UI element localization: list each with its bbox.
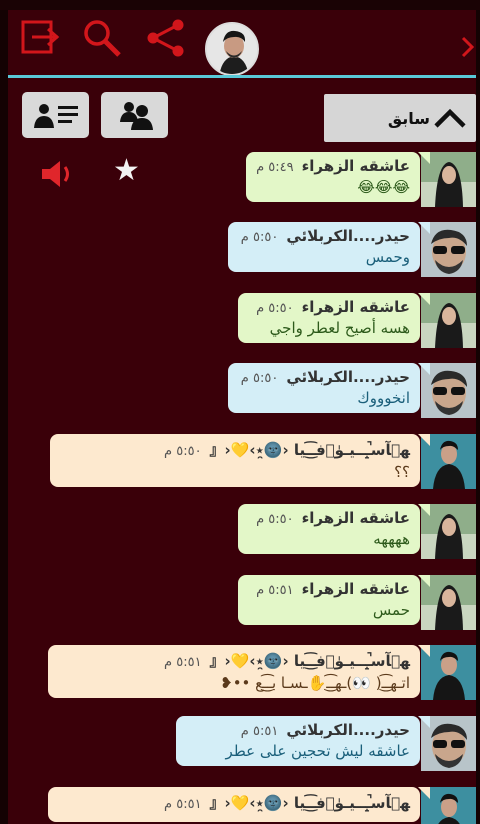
bubble-tail (418, 504, 430, 516)
message-bubble[interactable]: حيدر....الكربلائي ٥:٥٠ م وحمس (228, 222, 430, 272)
users-icon (119, 102, 153, 130)
message-time: ٥:٥٠ م (256, 301, 294, 316)
message-bubble[interactable]: ﻬ۫ﺂﺳ̝̚ـــيـوٰ۫فـ͜͡ـيا ‹🌚̯٭›💛‹『 ٥:٥١ م اتـه… (48, 645, 430, 698)
message-time: ٥:٤٩ م (256, 160, 294, 175)
bubble-tail (418, 716, 430, 728)
status-strip (0, 0, 480, 10)
bubble-tail (418, 575, 430, 587)
profile-avatar[interactable] (205, 22, 259, 76)
sender-name: حيدر....الكربلائي (286, 368, 410, 386)
message-text: وحمس (365, 248, 410, 266)
sender-name: ﻬ۫ﺂﺳ̝̚ـــيـوٰ۫فـ͜͡ـيا ‹🌚̯٭›💛‹『 (209, 794, 410, 812)
sender-name: ﻬ۫ﺂﺳ̝̚ـــيـوٰ۫فـ͜͡ـيا ‹🌚̯٭›💛‹『 (209, 441, 410, 459)
bubble-tail (418, 293, 430, 305)
sender-name: ﻬ۫ﺂﺳ̝̚ـــيـوٰ۫فـ͜͡ـيا ‹🌚̯٭›💛‹『 (209, 652, 410, 670)
star-icon[interactable]: ★ (113, 156, 140, 186)
sender-name: عاشقه الزهراء (301, 298, 410, 316)
message-time: ٥:٥٠ م (256, 512, 294, 527)
message-text: اتـهـ͜͡ـ( 👀)ـهـ͜͡ـ✋ـسـا بـ͜͡ـع ••❥ (220, 674, 410, 692)
message-header: ﻬ۫ﺂﺳ̝̚ـــيـوٰ۫فـ͜͡ـيا ‹🌚̯٭›💛‹『 ٥:٥٠ م (60, 439, 410, 460)
message-header: ﻬ۫ﺂﺳ̝̚ـــيـوٰ۫فـ͜͡ـيا ‹🌚̯٭›💛‹『 ٥:٥١ م (58, 650, 410, 671)
sender-name: عاشقه الزهراء (301, 580, 410, 598)
message-header: عاشقه الزهراء ٥:٥١ م (248, 580, 410, 598)
sender-name: حيدر....الكربلائي (286, 227, 410, 245)
message-bubble[interactable]: ﻬ۫ﺂﺳ̝̚ـــيـوٰ۫فـ͜͡ـيا ‹🌚̯٭›💛‹『 ٥:٥٠ م ؟؟ (50, 434, 430, 487)
message-text: حمس (372, 601, 410, 619)
message-header: حيدر....الكربلائي ٥:٥٠ م (238, 227, 410, 245)
message-text: ههههه (373, 530, 410, 548)
search-icon[interactable] (82, 18, 122, 58)
previous-label: سابق (387, 108, 430, 128)
message-time: ٥:٥١ م (164, 797, 202, 812)
bubble-tail (418, 787, 430, 799)
message-time: ٥:٥١ م (164, 655, 202, 670)
sender-name: عاشقه الزهراء (301, 157, 410, 175)
sender-name: عاشقه الزهراء (301, 509, 410, 527)
message-time: ٥:٥٠ م (240, 230, 279, 245)
chevron-up-icon (434, 108, 466, 128)
message-header: حيدر....الكربلائي ٥:٥٠ م (238, 368, 410, 386)
message-text: هسه أصيح لعطر واجي (269, 319, 410, 337)
message-text: عاشقه ليش تحجين على عطر (225, 742, 410, 760)
message-time: ٥:٥٠ م (240, 371, 279, 386)
bubble-tail (418, 222, 430, 234)
message-bubble[interactable]: عاشقه الزهراء ٥:٤٩ م 😂😂😂 (246, 152, 430, 202)
sender-name: حيدر....الكربلائي (286, 721, 410, 739)
share-icon[interactable] (146, 18, 186, 58)
message-header: عاشقه الزهراء ٥:٥٠ م (248, 509, 410, 527)
chevron-right-icon[interactable] (458, 30, 478, 64)
user-list-icon (33, 104, 78, 128)
message-text: 😂😂😂 (357, 178, 410, 196)
message-time: ٥:٥١ م (240, 724, 279, 739)
message-time: ٥:٥٠ م (164, 444, 202, 459)
message-header: عاشقه الزهراء ٥:٤٩ م (256, 157, 410, 175)
message-header: ﻬ۫ﺂﺳ̝̚ـــيـوٰ۫فـ͜͡ـيا ‹🌚̯٭›💛‹『 ٥:٥١ م (58, 792, 410, 813)
message-time: ٥:٥١ م (256, 583, 294, 598)
members-button[interactable] (101, 92, 168, 138)
bubble-tail (418, 645, 430, 657)
message-bubble[interactable]: عاشقه الزهراء ٥:٥٠ م ههههه (238, 504, 430, 554)
bubble-tail (418, 363, 430, 375)
bubble-tail (418, 152, 430, 164)
message-bubble[interactable]: عاشقه الزهراء ٥:٥٠ م هسه أصيح لعطر واجي (238, 293, 430, 343)
previous-button[interactable]: سابق (324, 94, 476, 142)
message-bubble[interactable]: حيدر....الكربلائي ٥:٥٠ م انخوووك (228, 363, 430, 413)
bubble-tail (418, 434, 430, 446)
message-bubble[interactable]: ﻬ۫ﺂﺳ̝̚ـــيـوٰ۫فـ͜͡ـيا ‹🌚̯٭›💛‹『 ٥:٥١ م (48, 787, 430, 822)
message-bubble[interactable]: حيدر....الكربلائي ٥:٥١ م عاشقه ليش تحجين ع… (176, 716, 430, 766)
speaker-icon[interactable] (40, 158, 76, 190)
user-list-button[interactable] (22, 92, 89, 138)
header-divider (8, 75, 476, 78)
message-header: حيدر....الكربلائي ٥:٥١ م (186, 721, 410, 739)
message-header: عاشقه الزهراء ٥:٥٠ م (248, 298, 410, 316)
message-text: انخوووك (357, 389, 410, 407)
logout-icon[interactable] (20, 18, 60, 58)
message-text: ؟؟ (394, 463, 410, 481)
message-bubble[interactable]: عاشقه الزهراء ٥:٥١ م حمس (238, 575, 430, 625)
